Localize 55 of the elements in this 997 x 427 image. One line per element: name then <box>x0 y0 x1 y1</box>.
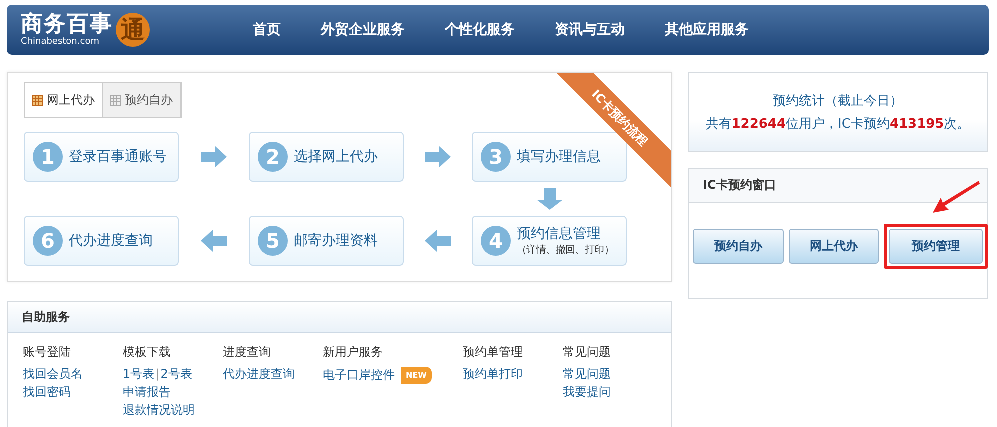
service-link[interactable]: 退款情况说明 <box>123 403 195 418</box>
service-link[interactable]: 2号表 <box>160 367 192 382</box>
right-arrow-icon <box>425 146 451 168</box>
column-heading: 模板下载 <box>123 345 172 360</box>
down-arrow-icon <box>536 188 562 210</box>
service-link[interactable]: 常见问题 <box>563 367 611 382</box>
step-title: 邮寄办理资料 <box>294 232 378 250</box>
step-number: 6 <box>33 226 63 256</box>
column-heading: 账号登陆 <box>23 345 72 360</box>
grid-icon <box>32 94 43 106</box>
step-number: 1 <box>33 142 63 172</box>
service-link[interactable]: 代办进度查询 <box>223 367 295 382</box>
step-number: 3 <box>481 142 511 172</box>
step-number: 2 <box>258 142 288 172</box>
stats-heading: 预约统计（截止今日） <box>773 92 903 110</box>
logo-badge: 通 <box>116 13 150 47</box>
service-link[interactable]: 预约单打印 <box>463 367 523 382</box>
service-link[interactable]: 电子口岸控件 <box>323 368 395 383</box>
left-arrow-icon <box>425 230 451 252</box>
service-link[interactable]: 找回会员名 <box>23 367 83 382</box>
step-title: 预约信息管理 <box>517 225 602 243</box>
service-link[interactable]: 我要提问 <box>563 385 611 400</box>
step-title: 登录百事通账号 <box>69 148 167 166</box>
stats-text: 共有122644位用户，IC卡预约413195次。 <box>706 116 970 132</box>
column-heading: 进度查询 <box>223 345 272 360</box>
service-link[interactable]: 申请报告 <box>123 385 171 400</box>
column-heading: 新用户服务 <box>323 345 384 360</box>
step-number: 5 <box>258 226 288 256</box>
separator: | <box>156 367 160 382</box>
nav-link[interactable]: 资讯与互动 <box>537 21 643 39</box>
right-arrow-icon <box>201 146 227 168</box>
new-badge: NEW <box>401 367 432 384</box>
service-link[interactable]: 找回密码 <box>23 385 71 400</box>
panel-title: IC卡预约窗口 <box>689 169 987 203</box>
action-button[interactable]: 预约管理 <box>889 229 983 264</box>
left-arrow-icon <box>201 230 227 252</box>
service-link[interactable]: 1号表 <box>123 367 155 382</box>
column-heading: 预约单管理 <box>463 345 524 360</box>
action-button[interactable]: 网上代办 <box>788 229 879 264</box>
grid-icon <box>110 94 121 106</box>
nav-link[interactable]: 个性化服务 <box>427 21 533 39</box>
step-note: （详情、撤回、打印） <box>517 244 614 257</box>
logo-title: 商务百事 <box>21 13 113 37</box>
column-heading: 常见问题 <box>563 345 612 360</box>
pointer-arrow-icon <box>931 179 981 215</box>
action-button[interactable]: 预约自办 <box>693 229 784 264</box>
tab[interactable]: 预约自办 <box>103 83 181 117</box>
step-number: 4 <box>481 226 511 256</box>
step-title: 选择网上代办 <box>294 148 378 166</box>
step-title: 代办进度查询 <box>69 232 153 250</box>
nav-link[interactable]: 其他应用服务 <box>647 21 767 39</box>
nav-link[interactable]: 首页 <box>235 21 299 39</box>
step-title: 填写办理信息 <box>517 148 601 166</box>
logo-subtitle: Chinabeston.com <box>21 37 100 47</box>
nav-link[interactable]: 外贸企业服务 <box>303 21 423 39</box>
